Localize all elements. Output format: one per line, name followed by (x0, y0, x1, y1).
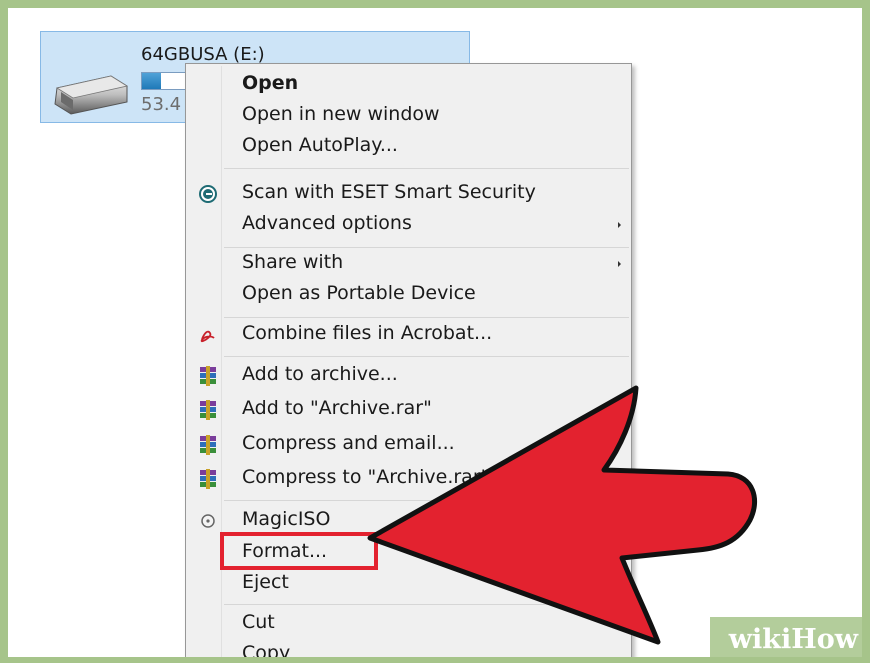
menu-item-open-portable-device[interactable]: Open as Portable Device (188, 280, 629, 311)
menu-item-eject[interactable]: Eject (188, 569, 629, 600)
menu-item-compress-email[interactable]: Compress and email... (188, 430, 629, 461)
submenu-arrow-icon (618, 222, 621, 228)
drive-usage-fill (142, 73, 162, 89)
winrar-icon (200, 435, 216, 455)
winrar-icon (200, 366, 216, 386)
menu-item-open-autoplay[interactable]: Open AutoPlay... (188, 132, 629, 163)
menu-item-label: Cut (242, 611, 275, 633)
winrar-icon (200, 469, 216, 489)
menu-item-label: Compress to "Archive.rar" and email (242, 466, 590, 488)
menu-item-label: Compress and email... (242, 432, 455, 454)
menu-separator (224, 356, 629, 357)
menu-item-advanced-options[interactable]: Advanced options (188, 210, 629, 241)
menu-item-compress-to-archive-email[interactable]: Compress to "Archive.rar" and email (188, 464, 629, 495)
menu-separator (224, 168, 629, 169)
acrobat-icon (200, 330, 215, 343)
menu-item-label: Scan with ESET Smart Security (242, 181, 536, 203)
menu-item-label: Open AutoPlay... (242, 134, 398, 156)
menu-item-label: Open as Portable Device (242, 282, 476, 304)
menu-separator (224, 604, 629, 605)
menu-item-label: Open (242, 72, 299, 94)
menu-item-add-to-archive[interactable]: Add to archive... (188, 361, 629, 392)
menu-item-label: Combine files in Acrobat... (242, 322, 493, 344)
explorer-content: 64GBUSA (E:) 53.4 Open Open in new windo… (8, 8, 862, 657)
wikihow-logo: wikiHow (729, 624, 858, 655)
format-highlight-box (220, 532, 378, 570)
menu-separator (224, 247, 629, 248)
menu-item-label: Add to archive... (242, 363, 398, 385)
wikihow-watermark: wikiHow (710, 617, 862, 657)
drive-usage-bar (141, 72, 186, 90)
menu-item-cut[interactable]: Cut (188, 609, 629, 640)
menu-separator (224, 317, 629, 318)
menu-item-share-with[interactable]: Share with (188, 249, 629, 280)
winrar-icon (200, 400, 216, 420)
usb-drive-icon (54, 75, 129, 115)
menu-item-open-new-window[interactable]: Open in new window (188, 101, 629, 132)
menu-item-label: MagicISO (242, 508, 331, 530)
menu-item-label: Share with (242, 251, 344, 273)
magiciso-icon (201, 514, 215, 528)
menu-item-label: Advanced options (242, 212, 412, 234)
menu-item-combine-acrobat[interactable]: Combine files in Acrobat... (188, 320, 629, 351)
menu-item-label: Add to "Archive.rar" (242, 397, 432, 419)
wikihow-logo-how: How (791, 624, 858, 655)
eset-icon (199, 185, 217, 203)
drive-free-space: 53.4 (141, 94, 182, 115)
menu-item-label: Eject (242, 571, 289, 593)
context-menu: Open Open in new window Open AutoPlay...… (185, 63, 632, 663)
menu-item-add-to-archive-rar[interactable]: Add to "Archive.rar" (188, 395, 629, 426)
menu-item-label: Open in new window (242, 103, 440, 125)
screenshot-frame: 64GBUSA (E:) 53.4 Open Open in new windo… (0, 0, 870, 663)
menu-separator (224, 500, 629, 501)
wikihow-logo-wiki: wiki (728, 624, 792, 655)
menu-item-label: Copy (242, 642, 291, 663)
menu-item-eset-scan[interactable]: Scan with ESET Smart Security (188, 179, 629, 210)
submenu-arrow-icon (618, 261, 621, 267)
menu-item-copy[interactable]: Copy (188, 640, 629, 663)
drive-name: 64GBUSA (E:) (141, 44, 265, 65)
menu-item-open[interactable]: Open (188, 70, 629, 101)
